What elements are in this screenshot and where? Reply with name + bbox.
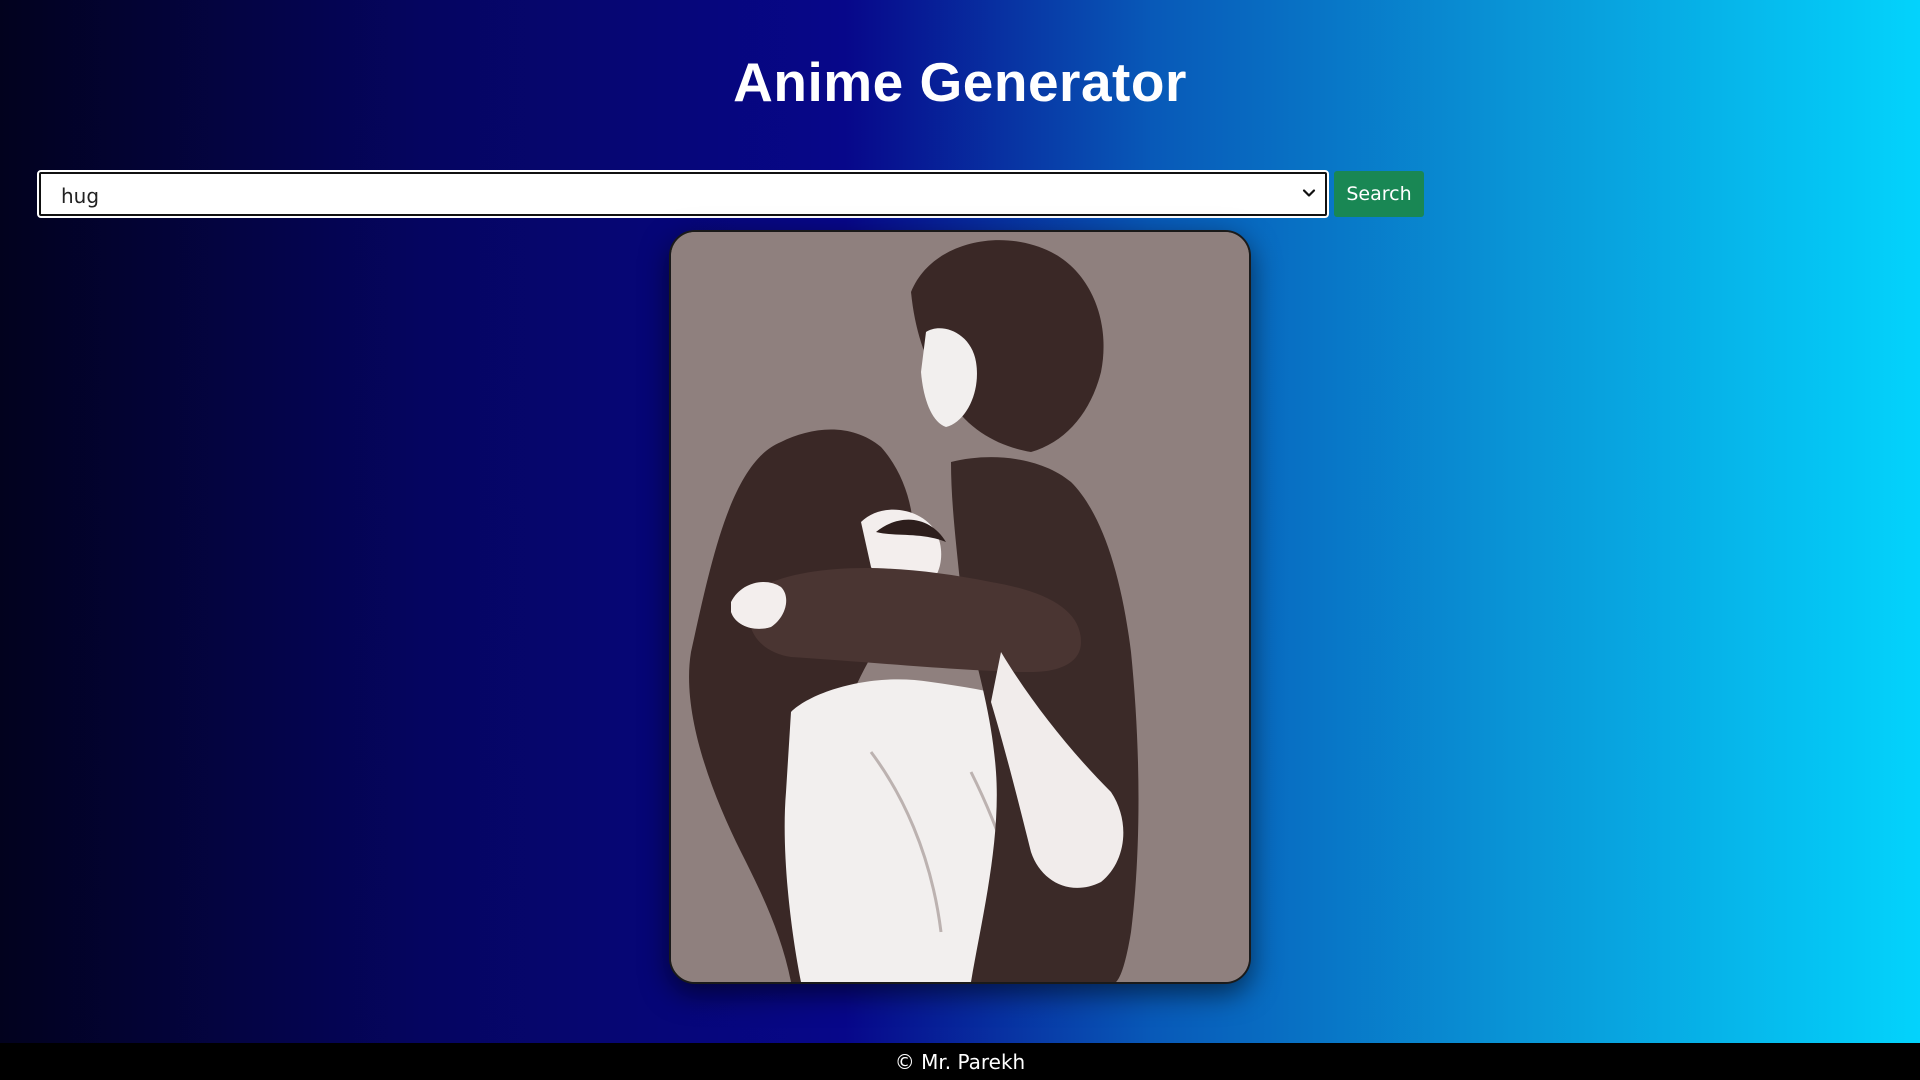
anime-couple-hug-illustration	[671, 232, 1249, 982]
category-select-value: hug	[61, 184, 100, 208]
footer-copyright: © Mr. Parekh	[0, 1043, 1920, 1080]
anime-result-image	[669, 230, 1251, 984]
page-title: Anime Generator	[733, 51, 1187, 113]
search-bar: hug Search	[37, 170, 1424, 218]
search-button[interactable]: Search	[1334, 171, 1424, 217]
category-select[interactable]: hug	[37, 170, 1329, 218]
chevron-down-icon	[1302, 189, 1316, 197]
